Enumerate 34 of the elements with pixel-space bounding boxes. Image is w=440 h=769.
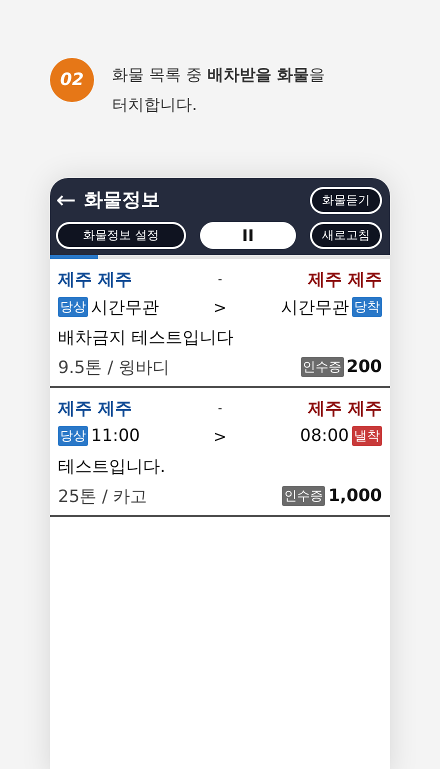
price-text: 1,000 — [328, 486, 382, 506]
origin-text: 제주 제주 — [58, 398, 133, 420]
destination-text: 제주 제주 — [306, 398, 382, 420]
step-number-badge: 02 — [50, 58, 94, 102]
separator-text: - — [218, 272, 222, 286]
load-time: 시간무관 — [91, 296, 159, 318]
listen-button[interactable]: 화물듣기 — [310, 186, 382, 214]
unload-time: 08:00 — [300, 426, 349, 446]
cargo-spec: 9.5톤 / 윙바디 — [58, 356, 170, 378]
pause-button[interactable]: II — [200, 222, 296, 249]
unload-tag: 당착 — [352, 297, 382, 317]
load-time: 11:00 — [91, 426, 140, 446]
unload-time: 시간무관 — [281, 296, 349, 318]
arrow-text: > — [213, 298, 227, 316]
screen-title: 화물정보 — [84, 188, 162, 213]
back-button[interactable]: ← — [56, 188, 84, 212]
cargo-item[interactable]: 제주 제주 - 제주 제주 당상 11:00 > 08:00 낼착 테스트입니다. 25톤 / 카고 인수증 1,000 — [50, 388, 390, 517]
separator-text: - — [218, 401, 222, 415]
price-text: 200 — [346, 357, 382, 377]
cargo-title: 테스트입니다. — [58, 456, 166, 478]
cargo-title: 배차금지 테스트입니다 — [58, 326, 234, 350]
refresh-button[interactable]: 새로고침 — [310, 222, 382, 249]
instruction-text: 화물 목록 중 배차받을 화물을 터치합니다. — [112, 64, 326, 116]
cargo-spec: 25톤 / 카고 — [58, 486, 148, 508]
receipt-tag: 인수증 — [282, 486, 326, 506]
destination-text: 제주 제주 — [306, 268, 382, 290]
unload-tag: 낼착 — [352, 426, 382, 446]
receipt-tag: 인수증 — [300, 357, 344, 377]
arrow-text: > — [213, 426, 227, 446]
cargo-item[interactable]: 제주 제주 - 제주 제주 당상 시간무관 > 시간무관 당착 배차금지 테스트입니다 9.5톤 / 윙바디 인수증 200 — [50, 259, 390, 388]
load-tag: 당상 — [58, 426, 88, 446]
origin-text: 제주 제주 — [58, 268, 133, 290]
load-tag: 당상 — [58, 297, 88, 317]
cargo-settings-button[interactable]: 화물정보 설정 — [56, 222, 186, 249]
